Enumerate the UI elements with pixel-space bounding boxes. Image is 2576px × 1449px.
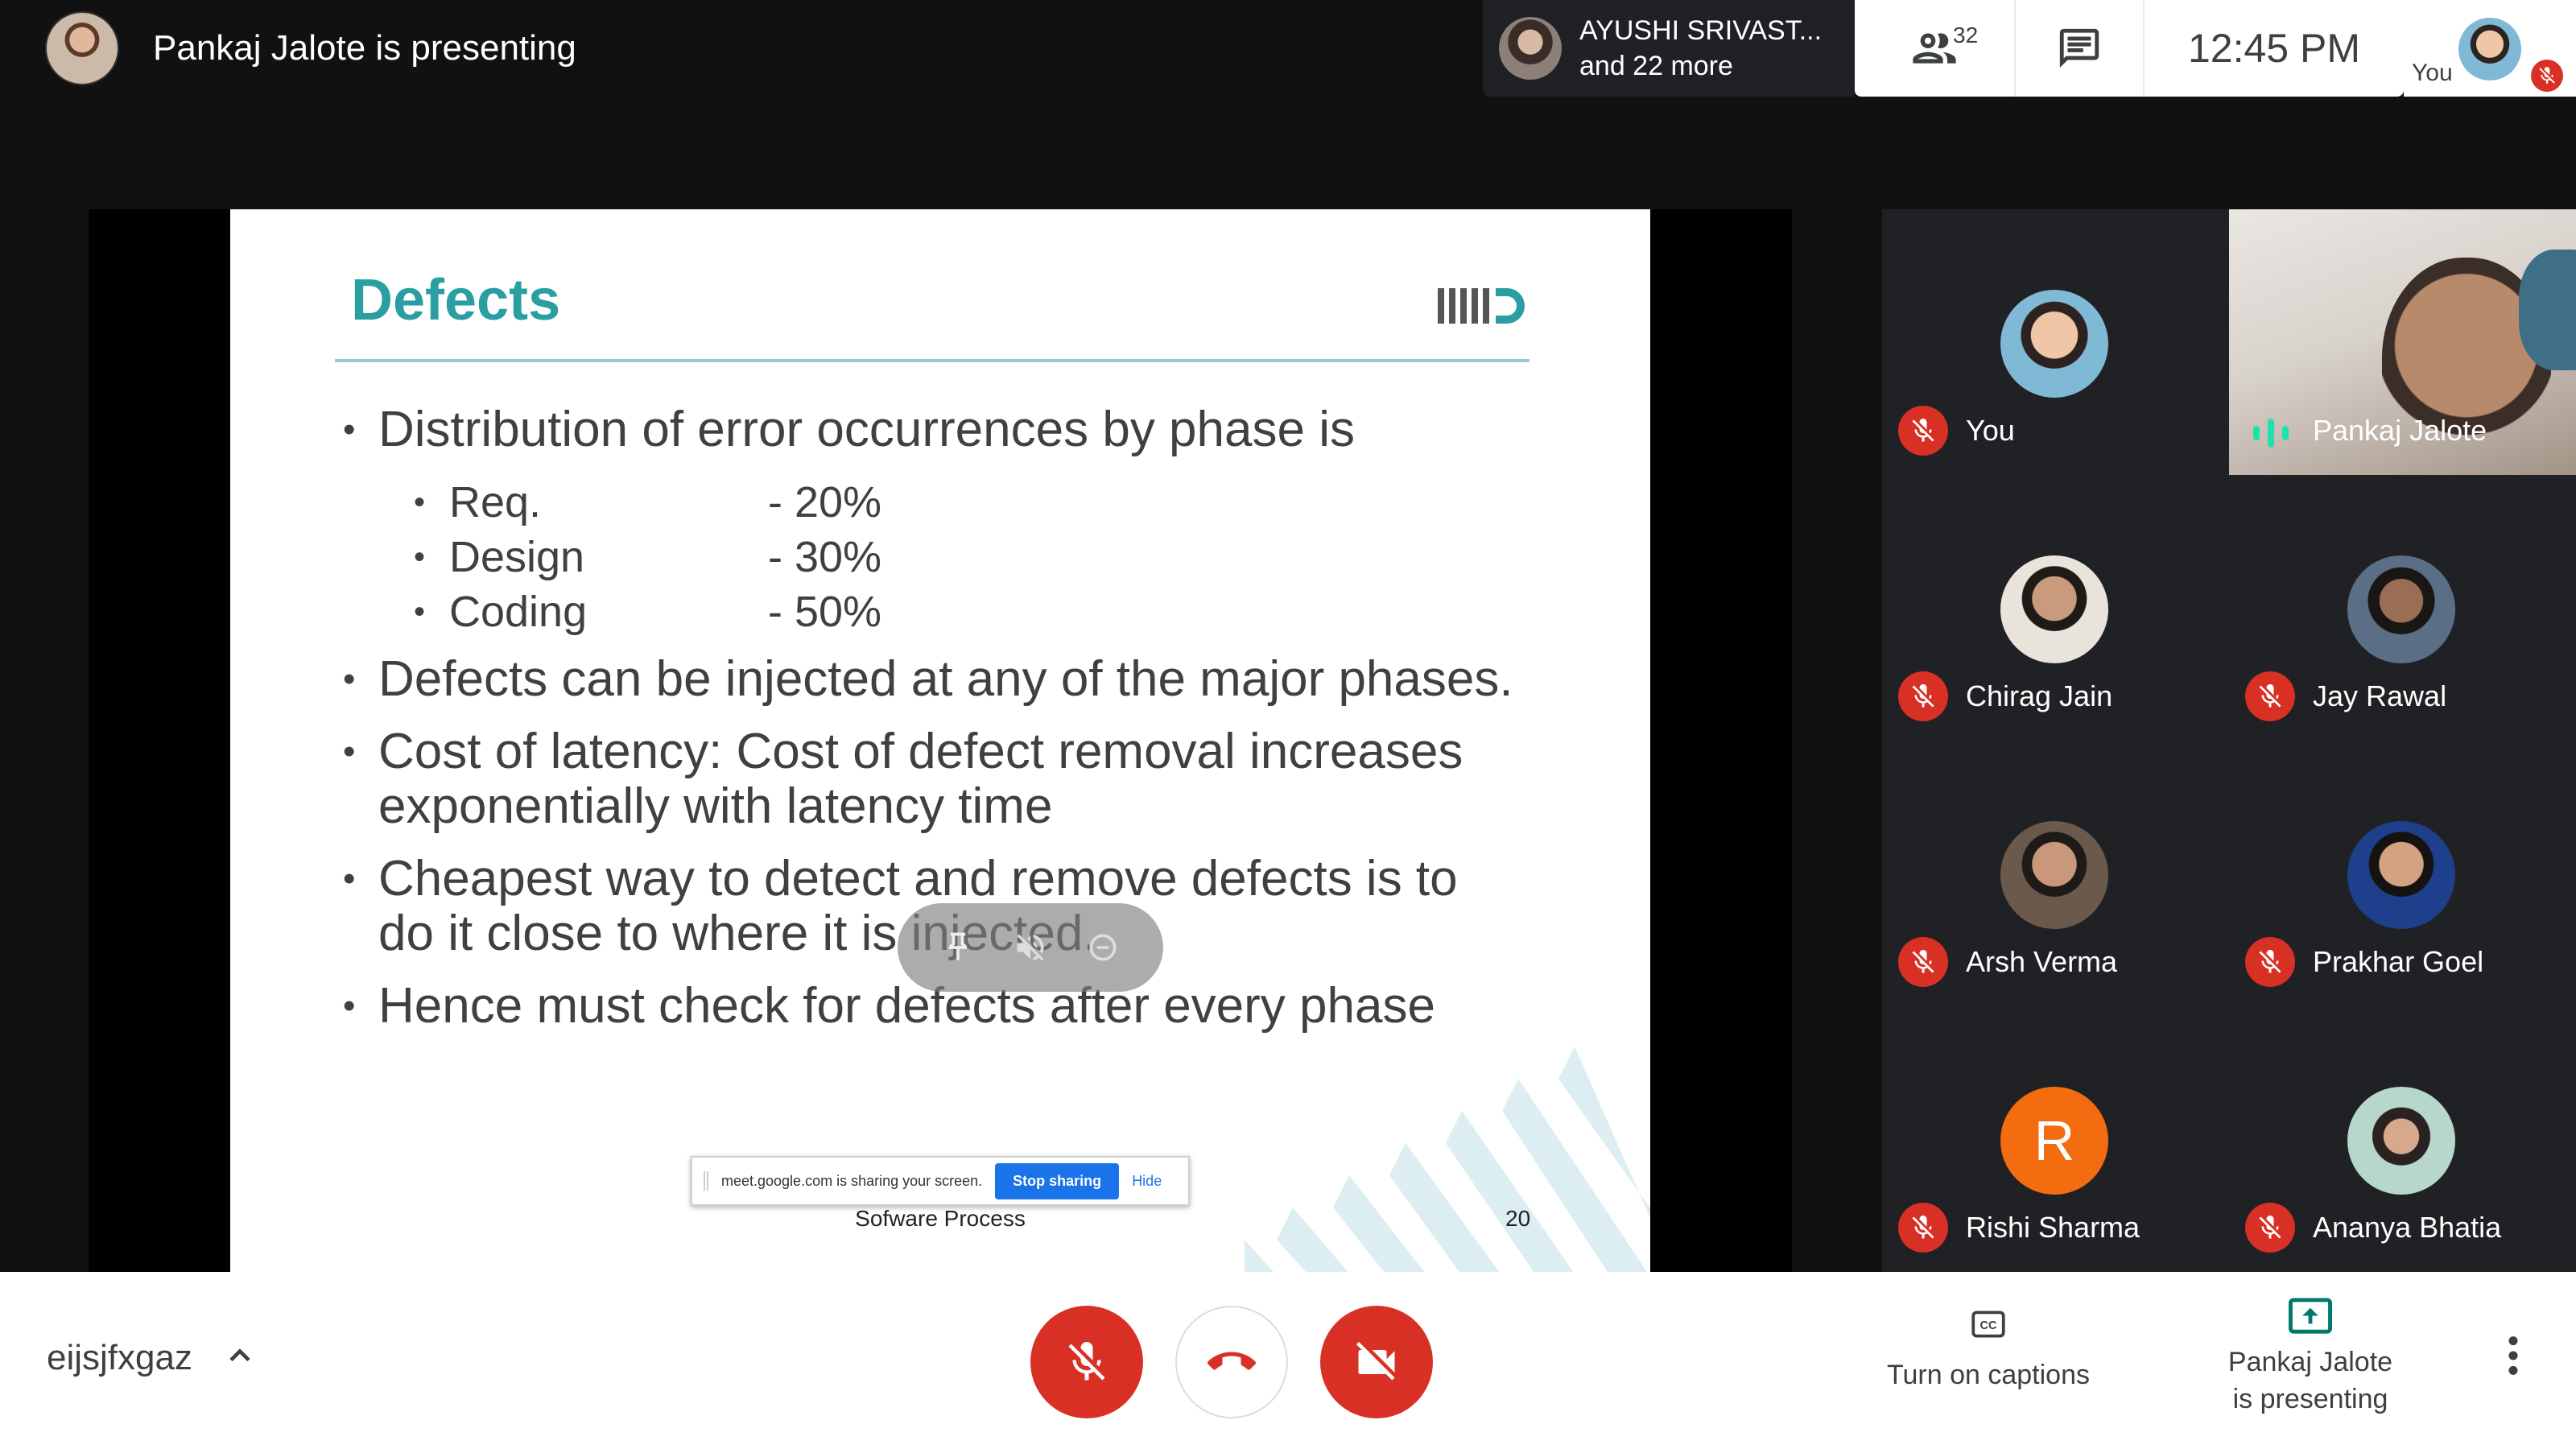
captions-button[interactable]: CC Turn on captions <box>1868 1304 2109 1391</box>
participant-tile[interactable]: Ananya Bhatia <box>2229 1006 2576 1272</box>
stop-sharing-button[interactable]: Stop sharing <box>995 1162 1120 1199</box>
participant-more: and 22 more <box>1579 51 1733 81</box>
phase-name: Req. <box>449 478 542 526</box>
participant-grid: You Pankaj Jalote Chirag Jain Jay Rawal … <box>1882 209 2576 1272</box>
participant-name: You <box>1966 414 2015 447</box>
participant-tile[interactable]: Arsh Verma <box>1882 741 2229 1006</box>
camera-button[interactable] <box>1320 1306 1433 1418</box>
svg-text:CC: CC <box>1979 1319 1997 1332</box>
hide-button[interactable]: Hide <box>1132 1173 1162 1190</box>
participant-tile[interactable]: Jay Rawal <box>2229 475 2576 741</box>
mic-off-icon <box>1068 1342 1105 1381</box>
leave-call-button[interactable] <box>1175 1306 1288 1418</box>
presentation-slide: Defects Distribution of error occurrence… <box>230 209 1650 1272</box>
captions-icon: CC <box>1971 1311 2005 1338</box>
avatar <box>2347 821 2455 929</box>
top-right-panel: 32 12:45 PM <box>1855 0 2404 97</box>
slide-divider <box>335 359 1530 362</box>
slide-footer: Sofware Process <box>855 1206 1026 1231</box>
screen-share-bar: meet.google.com is sharing your screen. … <box>691 1156 1190 1206</box>
chat-button[interactable] <box>2016 0 2145 97</box>
people-count: 32 <box>1953 23 1979 47</box>
mic-off-icon <box>1898 671 1948 721</box>
present-icon <box>2289 1298 2332 1334</box>
avatar <box>1499 17 1562 80</box>
drag-handle[interactable] <box>704 1171 708 1191</box>
participant-tile[interactable]: R Rishi Sharma <box>1882 1006 2229 1272</box>
avatar <box>2000 290 2108 398</box>
chat-icon <box>2059 28 2099 68</box>
mic-off-icon <box>1898 937 1948 987</box>
mic-off-icon <box>1898 1203 1948 1253</box>
sub-item: Coding - 50% <box>343 584 1631 639</box>
clock: 12:45 PM <box>2187 26 2360 71</box>
participant-video-tile[interactable]: Pankaj Jalote <box>2229 209 2576 475</box>
participant-name: Arsh Verma <box>1966 945 2118 978</box>
presentation-button[interactable]: Pankaj Jalote is presenting <box>2190 1296 2431 1418</box>
video-feed-detail <box>2519 250 2576 370</box>
captions-label: Turn on captions <box>1887 1360 2090 1390</box>
participant-name: AYUSHI SRIVAST... <box>1579 15 1823 46</box>
sub-item: Design - 30% <box>343 530 1631 584</box>
participant-name: Jay Rawal <box>2313 679 2447 712</box>
participant-tile[interactable]: Prakhar Goel <box>2229 741 2576 1006</box>
microphone-button[interactable] <box>1030 1306 1143 1418</box>
people-button[interactable]: 32 <box>1855 0 2016 97</box>
mic-off-icon <box>2531 60 2563 92</box>
sub-item: Req. - 20% <box>343 475 1631 530</box>
phase-value: - 50% <box>768 588 882 636</box>
self-view[interactable]: You <box>2404 0 2576 97</box>
mute-audio-icon[interactable] <box>1013 930 1048 965</box>
participant-name: Prakhar Goel <box>2313 945 2484 978</box>
sub-list: Req. - 20% Design - 30% Coding - 50% <box>343 475 1631 639</box>
mic-off-icon <box>1898 406 1948 456</box>
slide-title: Defects <box>351 268 561 332</box>
avatar: R <box>2000 1087 2108 1195</box>
avatar <box>2347 1087 2455 1195</box>
mic-off-icon <box>2245 671 2295 721</box>
slide-bullet: Cost of latency: Cost of defect removal … <box>343 724 1486 834</box>
avatar <box>2347 555 2455 663</box>
participant-tile[interactable]: You <box>1882 209 2229 475</box>
participants-chip[interactable]: AYUSHI SRIVAST... and 22 more <box>1483 0 1855 97</box>
participant-name: Chirag Jain <box>1966 679 2113 712</box>
share-status-text: meet.google.com is sharing your screen. <box>721 1172 983 1189</box>
meeting-details-button[interactable]: eijsjfxgaz <box>47 1338 192 1378</box>
speaking-indicator-icon <box>2253 415 2289 451</box>
pin-icon[interactable] <box>940 930 976 965</box>
camera-off-icon <box>1356 1342 1395 1381</box>
iiitd-logo-icon <box>1438 288 1525 324</box>
self-label: You <box>2412 60 2453 86</box>
mic-off-icon <box>2245 1203 2295 1253</box>
participant-tile[interactable]: Chirag Jain <box>1882 475 2229 741</box>
presenting-title: Pankaj Jalote is presenting <box>153 28 576 68</box>
presentation-hover-toolbar <box>898 903 1163 992</box>
more-vert-icon[interactable] <box>2496 1331 2531 1380</box>
phase-value: - 30% <box>768 533 882 581</box>
phase-value: - 20% <box>768 478 882 526</box>
slide-page-number: 20 <box>1505 1206 1531 1231</box>
presenting-line: is presenting <box>2232 1384 2388 1414</box>
avatar <box>2000 821 2108 929</box>
participant-name: Ananya Bhatia <box>2313 1211 2502 1244</box>
presenter-avatar <box>45 11 119 85</box>
shared-screen: Defects Distribution of error occurrence… <box>89 209 1792 1272</box>
presenting-line: Pankaj Jalote <box>2227 1347 2393 1377</box>
phase-name: Design <box>449 533 585 581</box>
bottom-toolbar: eijsjfxgaz CC Turn on captions Pankaj Ja… <box>0 1272 2576 1449</box>
phase-name: Coding <box>449 588 588 636</box>
chevron-up-icon[interactable] <box>222 1338 258 1373</box>
slide-bullet: Distribution of error occurrences by pha… <box>343 402 1631 458</box>
slide-bullet: Defects can be injected at any of the ma… <box>343 652 1631 708</box>
avatar <box>2458 18 2521 80</box>
participant-name: Rishi Sharma <box>1966 1211 2140 1244</box>
participant-name: Pankaj Jalote <box>2313 414 2487 447</box>
zoom-icon[interactable] <box>1085 930 1121 965</box>
avatar <box>2000 555 2108 663</box>
presenter-header: Pankaj Jalote is presenting <box>45 11 576 85</box>
hang-up-icon <box>1208 1352 1256 1370</box>
mic-off-icon <box>2245 937 2295 987</box>
